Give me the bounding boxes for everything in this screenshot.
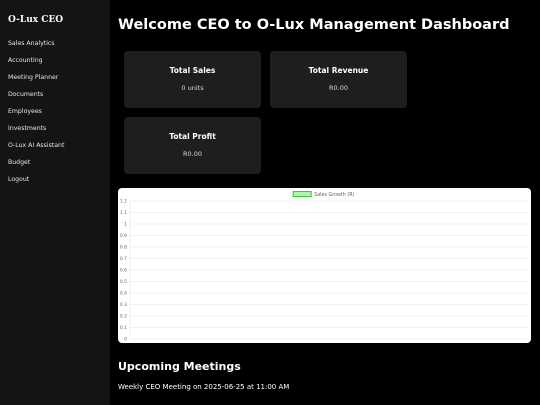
sidebar-item-documents[interactable]: Documents: [8, 86, 102, 103]
legend-swatch: [292, 191, 312, 197]
card-value: R0.00: [183, 150, 202, 158]
y-tick-label: 0.6: [120, 268, 127, 274]
y-tick-label: 0.7: [120, 256, 127, 262]
y-tick-label: 1.2: [120, 199, 127, 205]
y-tick-label: 0.5: [120, 279, 127, 285]
page-title: Welcome CEO to O-Lux Management Dashboar…: [118, 17, 510, 33]
card-value: R0.00: [329, 84, 348, 92]
legend-label: Sales Growth (R): [314, 192, 354, 198]
card-title: Total Sales: [169, 66, 216, 75]
meetings-title: Upcoming Meetings: [118, 360, 241, 373]
y-tick-label: 1.1: [120, 210, 127, 216]
y-tick-label: 0.8: [120, 245, 127, 251]
sidebar: O-Lux CEO Sales Analytics Accounting Mee…: [0, 0, 110, 405]
sales-growth-chart: 1.2 1.1 1 0.9 0.8 0.7 0.6 0.5 0.4 0.3 0.2 0.1 0 Sales…: [118, 188, 531, 343]
total-profit-card: Total Profit R0.00: [124, 117, 261, 174]
y-tick-label: 0.9: [120, 233, 127, 239]
y-tick-label: 0.4: [120, 291, 127, 297]
sidebar-item-investments[interactable]: Investments: [8, 120, 102, 137]
y-tick-label: 0.2: [120, 314, 127, 320]
sidebar-item-accounting[interactable]: Accounting: [8, 52, 102, 69]
total-sales-card: Total Sales 0 units: [124, 51, 261, 108]
main-content: Welcome CEO to O-Lux Management Dashboar…: [110, 0, 540, 405]
y-tick-label: 0.3: [120, 302, 127, 308]
brand-title: O-Lux CEO: [8, 15, 64, 25]
sidebar-item-meeting-planner[interactable]: Meeting Planner: [8, 69, 102, 86]
sidebar-item-employees[interactable]: Employees: [8, 103, 102, 120]
total-revenue-card: Total Revenue R0.00: [270, 51, 407, 108]
sidebar-item-logout[interactable]: Logout: [8, 171, 102, 188]
sidebar-item-budget[interactable]: Budget: [8, 154, 102, 171]
card-title: Total Profit: [169, 132, 216, 141]
sidebar-item-ai-assistant[interactable]: O-Lux AI Assistant: [8, 137, 102, 154]
chart-canvas: 1.2 1.1 1 0.9 0.8 0.7 0.6 0.5 0.4 0.3 0.2 0.1 0 Sales…: [120, 191, 528, 343]
y-tick-label: 1: [124, 222, 127, 228]
meeting-item: Weekly CEO Meeting on 2025-06-25 at 11:0…: [118, 383, 290, 391]
sidebar-item-sales-analytics[interactable]: Sales Analytics: [8, 35, 102, 52]
card-title: Total Revenue: [308, 66, 369, 75]
card-value: 0 units: [181, 84, 204, 92]
y-tick-label: 0.1: [120, 325, 127, 331]
y-tick-label: 0: [124, 337, 127, 343]
